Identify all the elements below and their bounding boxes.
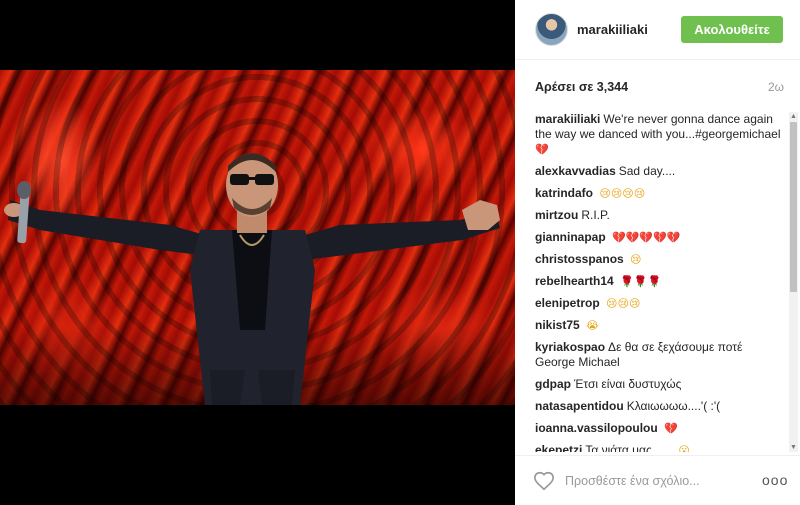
scroll-thumb[interactable] (790, 122, 797, 292)
likes-count[interactable]: Αρέσει σε 3,344 (535, 80, 628, 94)
comments-list: marakiiliaki We're never gonna dance agai… (535, 112, 783, 452)
comment-username[interactable]: christosspanos (535, 252, 624, 266)
comment-emoji: 😭 (586, 319, 599, 332)
comment-item: gdpap Έτσι είναι δυστυχώς (535, 377, 783, 392)
comment-emoji: 🌹🌹🌹 (620, 275, 662, 288)
comment-emoji: 😢😢😢 (606, 297, 641, 310)
comment-item: alexkavvadias Sad day.... (535, 164, 783, 179)
comment-text: Κλαιωωωω....'( :'( (626, 399, 721, 413)
comment-emoji: 💔💔💔💔💔 (612, 231, 681, 244)
comment-item: ekepetzi Τα νιάτα μας....... 😮 (535, 443, 783, 452)
comment-text: Τα νιάτα μας....... (585, 443, 676, 452)
comment-item: elenipetrop 😢😢😢 (535, 296, 783, 311)
comment-username[interactable]: elenipetrop (535, 296, 600, 310)
scroll-down-arrow-icon[interactable]: ▼ (789, 443, 798, 452)
comment-item: christosspanos 😢 (535, 252, 783, 267)
post-header: marakiiliaki Ακολουθείτε (515, 0, 800, 60)
comment-item: rebelhearth14 🌹🌹🌹 (535, 274, 783, 289)
singer-figure (4, 153, 500, 405)
ellipsis-icon[interactable]: ooo (762, 472, 788, 488)
post-info-panel: marakiiliaki Ακολουθείτε Αρέσει σε 3,344… (515, 0, 800, 505)
comment-item: marakiiliaki We're never gonna dance agai… (535, 112, 783, 157)
scroll-up-arrow-icon[interactable]: ▲ (789, 112, 798, 121)
comment-item: kyriakospao Δε θα σε ξεχάσουμε ποτέ Georg… (535, 340, 783, 370)
comment-emoji: 💔 (664, 422, 678, 435)
comment-item: ioanna.vassilopoulou 💔 (535, 421, 783, 436)
post-time[interactable]: 2ω (768, 80, 784, 94)
comment-item: nikist75 😭 (535, 318, 783, 333)
comment-username[interactable]: alexkavvadias (535, 164, 616, 178)
comments-scrollbar[interactable]: ▲ ▼ (789, 112, 798, 452)
comment-username[interactable]: nikist75 (535, 318, 580, 332)
heart-outline-icon[interactable] (533, 470, 555, 492)
comment-text: Έτσι είναι δυστυχώς (574, 377, 682, 391)
comment-username[interactable]: mirtzou (535, 208, 578, 222)
comment-emoji: 😢😢😢😢 (599, 187, 646, 200)
post-media-panel (0, 0, 515, 505)
comment-item: mirtzou R.I.P. (535, 208, 783, 223)
follow-button[interactable]: Ακολουθείτε (681, 16, 783, 43)
comment-username[interactable]: gianninapap (535, 230, 606, 244)
comment-username[interactable]: natasapentidou (535, 399, 624, 413)
comment-username[interactable]: katrindafo (535, 186, 593, 200)
comment-item: natasapentidou Κλαιωωωω....'( :'( (535, 399, 783, 414)
comment-username[interactable]: marakiiliaki (535, 112, 600, 126)
likes-row: Αρέσει σε 3,344 2ω (535, 80, 784, 96)
comment-username[interactable]: rebelhearth14 (535, 274, 614, 288)
comment-emoji: 😢 (630, 253, 642, 266)
post-footer: ooo (515, 455, 800, 505)
comment-username[interactable]: ekepetzi (535, 443, 582, 452)
comment-emoji: 💔 (535, 143, 549, 156)
comment-emoji: 😮 (678, 444, 690, 452)
add-comment-input[interactable] (565, 470, 745, 492)
post-photo[interactable] (0, 70, 515, 405)
comment-username[interactable]: ioanna.vassilopoulou (535, 421, 658, 435)
comment-username[interactable]: kyriakospao (535, 340, 605, 354)
comment-item: gianninapap 💔💔💔💔💔 (535, 230, 783, 245)
avatar[interactable] (535, 13, 568, 46)
comment-item: katrindafo 😢😢😢😢 (535, 186, 783, 201)
comment-text: Sad day.... (618, 164, 676, 178)
comment-text: R.I.P. (581, 208, 610, 222)
comment-username[interactable]: gdpap (535, 377, 571, 391)
post-username[interactable]: marakiiliaki (577, 22, 648, 37)
